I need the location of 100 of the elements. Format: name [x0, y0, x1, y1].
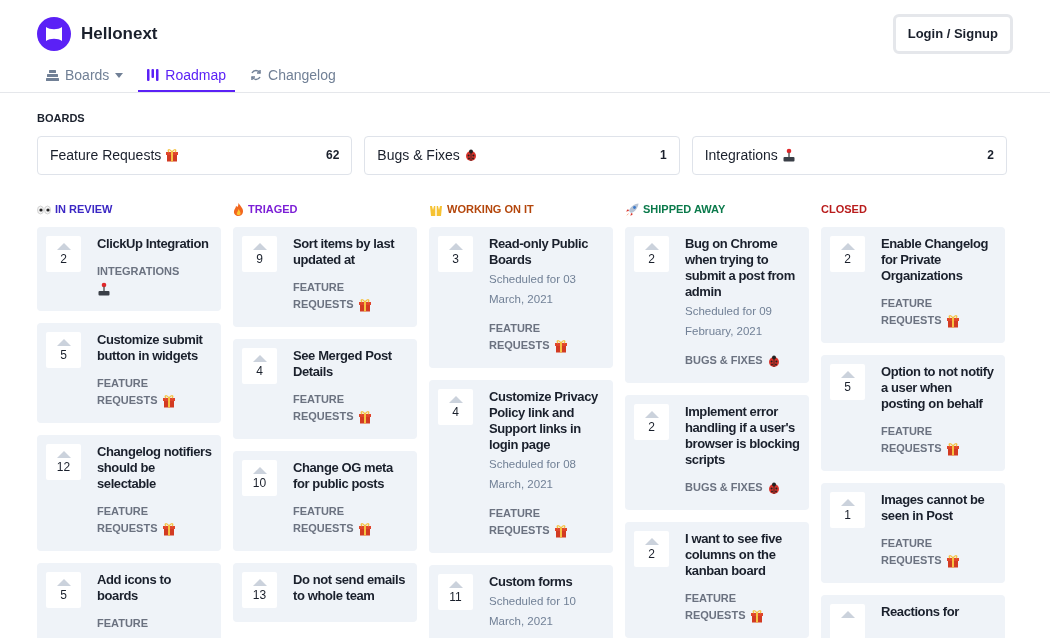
boards-heading: BOARDS [37, 111, 86, 126]
board-card[interactable]: Integrations 2 [691, 135, 1007, 175]
up-triangle-icon [56, 578, 71, 586]
card-title: Customize Privacy Policy link and Support links in login page [489, 388, 599, 453]
upvote-button[interactable]: 10 [242, 459, 277, 496]
card-title: Enable Changelog for Private Organizations [881, 235, 989, 284]
columns-icon [147, 69, 160, 81]
board-tag: BUGS & FIXES [685, 480, 763, 493]
joystick-icon [781, 148, 796, 162]
upvote-button[interactable]: 4 [438, 388, 473, 425]
board-name: Bugs & Fixes [377, 145, 460, 165]
roadmap-card[interactable]: 3 Read-only Public Boards Scheduled for 03 March, 2021 FEATURE REQUESTS [429, 226, 613, 368]
upvote-button[interactable]: 5 [46, 571, 81, 608]
column-title: SHIPPED AWAY [643, 202, 726, 218]
caret-icon [115, 72, 124, 78]
gift-icon [945, 554, 960, 569]
schedule-text: Scheduled for 10 March, 2021 [489, 593, 577, 629]
roadmap-card[interactable]: 9 Sort items by last updated at FEATURE REQUESTS [233, 226, 417, 327]
roadmap-card[interactable]: 11 Custom forms Scheduled for 10 March, 2021 [429, 564, 613, 638]
board-count: 2 [987, 147, 994, 164]
roadmap-card[interactable]: 5 Customize submit button in widgets FEATURE REQUESTS [37, 322, 221, 423]
roadmap-card[interactable]: 1 Images cannot be seen in Post FEATURE REQUESTS [821, 482, 1005, 583]
gift-icon [357, 522, 372, 537]
upvote-button[interactable]: 13 [242, 571, 277, 608]
roadmap-card[interactable]: 12 Changelog notifiers should be selectable FEATURE REQUESTS [37, 434, 221, 551]
up-triangle-icon [644, 242, 659, 250]
board-tag: BUGS & FIXES [685, 353, 763, 366]
schedule-text: Scheduled for 08 March, 2021 [489, 456, 577, 492]
ladybug-icon [766, 481, 781, 496]
board-tag: FEATURE REQUESTS [881, 424, 942, 454]
roadmap-card[interactable]: 4 Customize Privacy Policy link and Support links in login page Scheduled for 08 March, 2021 FEATURE REQUESTS [429, 379, 613, 553]
up-triangle-icon [252, 242, 267, 250]
gift-icon [945, 314, 960, 329]
roadmap-card[interactable]: 2 ClickUp Integration INTEGRATIONS [37, 226, 221, 311]
column-title: IN REVIEW [55, 202, 113, 218]
upvote-button[interactable]: 12 [46, 443, 81, 480]
card-title: See Merged Post Details [293, 347, 393, 380]
board-card[interactable]: Feature Requests 62 [37, 135, 353, 175]
card-title: Bug on Chrome when trying to submit a post from admin [685, 235, 796, 300]
up-triangle-icon [56, 338, 71, 346]
board-tag: FEATURE REQUESTS [97, 504, 158, 534]
gift-icon [165, 148, 180, 162]
up-triangle-icon [56, 242, 71, 250]
schedule-text: Scheduled for 03 March, 2021 [489, 271, 577, 307]
board-tag: FEATURE REQUESTS [293, 280, 354, 310]
roadmap-card[interactable]: Reactions for [821, 594, 1005, 638]
refresh-icon [250, 69, 263, 81]
board-tag: FEATURE REQUESTS [489, 321, 550, 351]
roadmap-card[interactable]: 2 Bug on Chrome when trying to submit a post from admin Scheduled for 09 February, 2021 BUGS & FIXES [625, 226, 809, 383]
board-tag: FEATURE REQUESTS [881, 536, 942, 566]
board-tag: INTEGRATIONS [97, 264, 180, 277]
login-signup-button[interactable]: Login / Signup [892, 14, 1013, 54]
board-tag: FEATURE REQUESTS [293, 504, 354, 534]
column-title: TRIAGED [248, 202, 298, 218]
up-triangle-icon [252, 466, 267, 474]
board-tag: FEATURE REQUESTS [881, 296, 942, 326]
board-tag: FEATURE [97, 616, 149, 629]
up-triangle-icon [448, 395, 463, 403]
upvote-button[interactable]: 11 [438, 573, 473, 610]
roadmap-card[interactable]: 2 Enable Changelog for Private Organizations FEATURE REQUESTS [821, 226, 1005, 343]
roadmap-card[interactable]: 13 Do not send emails to whole team [233, 562, 417, 622]
upvote-button[interactable]: 2 [634, 235, 669, 272]
gift-icon [553, 524, 568, 539]
upvote-button[interactable]: 5 [830, 363, 865, 400]
roadmap-card[interactable]: 4 See Merged Post Details FEATURE REQUESTS [233, 338, 417, 439]
upvote-button[interactable]: 2 [830, 235, 865, 272]
nav-tab[interactable]: Changelog [241, 60, 345, 92]
upvote-button[interactable]: 2 [634, 530, 669, 567]
roadmap-card[interactable]: 2 Implement error handling if a user's browser is blocking scripts BUGS & FIXES [625, 394, 809, 510]
upvote-button[interactable]: 2 [634, 403, 669, 440]
raised-hands-icon [429, 203, 443, 216]
up-triangle-icon [448, 242, 463, 250]
card-title: Reactions for [881, 603, 959, 620]
up-triangle-icon [840, 242, 855, 250]
board-card[interactable]: Bugs & Fixes 1 [364, 135, 680, 175]
card-title: Implement error handling if a user's browser is blocking scripts [685, 403, 800, 468]
upvote-button[interactable]: 9 [242, 235, 277, 272]
roadmap-card[interactable]: 2 I want to see five columns on the kanban board FEATURE REQUESTS [625, 521, 809, 638]
up-triangle-icon [56, 450, 71, 458]
gift-icon [357, 410, 372, 425]
board-tag: FEATURE REQUESTS [489, 506, 550, 536]
upvote-button[interactable]: 3 [438, 235, 473, 272]
roadmap-card[interactable]: 5 Option to not notify a user when posting on behalf FEATURE REQUESTS [821, 354, 1005, 471]
nav-tab[interactable]: Boards [37, 60, 133, 92]
gift-icon [553, 339, 568, 354]
up-triangle-icon [252, 354, 267, 362]
upvote-button[interactable]: 5 [46, 331, 81, 368]
upvote-button[interactable]: 1 [830, 491, 865, 528]
brand-logo[interactable] [37, 17, 71, 51]
nav-tab[interactable]: Roadmap [138, 60, 236, 92]
card-title: Do not send emails to whole team [293, 571, 406, 604]
card-title: I want to see five columns on the kanban board [685, 530, 783, 579]
board-count: 62 [325, 147, 340, 164]
upvote-button[interactable]: 4 [242, 347, 277, 384]
board-tag: FEATURE REQUESTS [685, 591, 746, 621]
upvote-button[interactable]: 2 [46, 235, 81, 272]
roadmap-card[interactable]: 10 Change OG meta for public posts FEATURE REQUESTS [233, 450, 417, 551]
roadmap-card[interactable]: 5 Add icons to boards FEATURE [37, 562, 221, 638]
card-title: Sort items by last updated at [293, 235, 396, 268]
board-count: 1 [659, 147, 667, 164]
